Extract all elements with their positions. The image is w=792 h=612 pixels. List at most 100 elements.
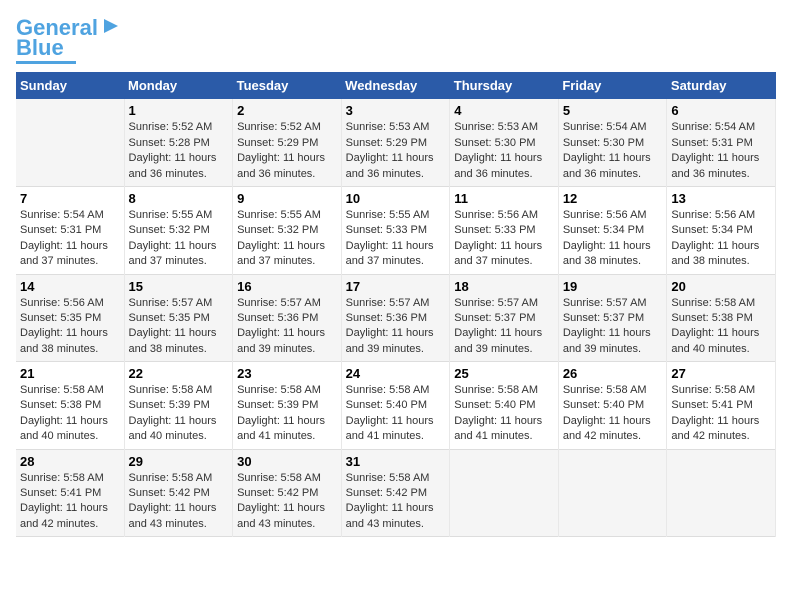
calendar-cell: 18 Sunrise: 5:57 AM Sunset: 5:37 PM Dayli…: [450, 274, 559, 362]
day-number: 18: [454, 279, 554, 294]
header-cell-wednesday: Wednesday: [341, 72, 450, 99]
day-number: 17: [346, 279, 446, 294]
calendar-cell: 4 Sunrise: 5:53 AM Sunset: 5:30 PM Daylig…: [450, 99, 559, 186]
calendar-cell: 26 Sunrise: 5:58 AM Sunset: 5:40 PM Dayli…: [558, 362, 667, 450]
day-number: 24: [346, 366, 446, 381]
day-info: Sunrise: 5:54 AM Sunset: 5:31 PM Dayligh…: [671, 120, 771, 182]
week-row-2: 7 Sunrise: 5:54 AM Sunset: 5:31 PM Daylig…: [16, 186, 776, 274]
day-info: Sunrise: 5:53 AM Sunset: 5:29 PM Dayligh…: [346, 120, 446, 182]
header-cell-monday: Monday: [124, 72, 233, 99]
day-number: 28: [20, 454, 120, 469]
calendar-cell: 16 Sunrise: 5:57 AM Sunset: 5:36 PM Dayli…: [233, 274, 342, 362]
day-info: Sunrise: 5:56 AM Sunset: 5:33 PM Dayligh…: [454, 208, 554, 270]
day-info: Sunrise: 5:58 AM Sunset: 5:38 PM Dayligh…: [20, 383, 120, 445]
calendar-cell: 5Sunrise: 5:54 AM Sunset: 5:30 PM Daylig…: [558, 99, 667, 186]
calendar-table: SundayMondayTuesdayWednesdayThursdayFrid…: [16, 72, 776, 537]
calendar-cell: [667, 449, 776, 537]
day-info: Sunrise: 5:54 AM Sunset: 5:31 PM Dayligh…: [20, 208, 120, 270]
day-number: 4: [454, 103, 554, 118]
logo-underline: [16, 61, 76, 64]
day-info: Sunrise: 5:58 AM Sunset: 5:42 PM Dayligh…: [346, 471, 446, 533]
calendar-cell: 14Sunrise: 5:56 AM Sunset: 5:35 PM Dayli…: [16, 274, 124, 362]
day-number: 9: [237, 191, 337, 206]
day-number: 3: [346, 103, 446, 118]
week-row-5: 28 Sunrise: 5:58 AM Sunset: 5:41 PM Dayli…: [16, 449, 776, 537]
day-info: Sunrise: 5:57 AM Sunset: 5:36 PM Dayligh…: [237, 296, 337, 358]
header-cell-thursday: Thursday: [450, 72, 559, 99]
header-cell-saturday: Saturday: [667, 72, 776, 99]
day-info: Sunrise: 5:58 AM Sunset: 5:40 PM Dayligh…: [563, 383, 663, 445]
day-number: 25: [454, 366, 554, 381]
calendar-cell: 22Sunrise: 5:58 AM Sunset: 5:39 PM Dayli…: [124, 362, 233, 450]
calendar-cell: 24 Sunrise: 5:58 AM Sunset: 5:40 PM Dayli…: [341, 362, 450, 450]
calendar-cell: 2Sunrise: 5:52 AM Sunset: 5:29 PM Daylig…: [233, 99, 342, 186]
header-cell-friday: Friday: [558, 72, 667, 99]
day-info: Sunrise: 5:58 AM Sunset: 5:39 PM Dayligh…: [237, 383, 337, 445]
day-info: Sunrise: 5:55 AM Sunset: 5:32 PM Dayligh…: [237, 208, 337, 270]
day-number: 11: [454, 191, 554, 206]
day-number: 23: [237, 366, 337, 381]
calendar-cell: 12 Sunrise: 5:56 AM Sunset: 5:34 PM Dayli…: [558, 186, 667, 274]
day-number: 13: [671, 191, 771, 206]
calendar-cell: 1 Sunrise: 5:52 AM Sunset: 5:28 PM Daylig…: [124, 99, 233, 186]
day-number: 16: [237, 279, 337, 294]
week-row-1: 1 Sunrise: 5:52 AM Sunset: 5:28 PM Daylig…: [16, 99, 776, 186]
week-row-3: 14Sunrise: 5:56 AM Sunset: 5:35 PM Dayli…: [16, 274, 776, 362]
calendar-cell: 29Sunrise: 5:58 AM Sunset: 5:42 PM Dayli…: [124, 449, 233, 537]
calendar-cell: 21Sunrise: 5:58 AM Sunset: 5:38 PM Dayli…: [16, 362, 124, 450]
header: General Blue: [16, 16, 776, 64]
calendar-cell: 30Sunrise: 5:58 AM Sunset: 5:42 PM Dayli…: [233, 449, 342, 537]
calendar-cell: 11 Sunrise: 5:56 AM Sunset: 5:33 PM Dayli…: [450, 186, 559, 274]
calendar-cell: 8Sunrise: 5:55 AM Sunset: 5:32 PM Daylig…: [124, 186, 233, 274]
day-info: Sunrise: 5:52 AM Sunset: 5:28 PM Dayligh…: [129, 120, 229, 182]
calendar-cell: 27Sunrise: 5:58 AM Sunset: 5:41 PM Dayli…: [667, 362, 776, 450]
calendar-cell: 31 Sunrise: 5:58 AM Sunset: 5:42 PM Dayli…: [341, 449, 450, 537]
day-info: Sunrise: 5:55 AM Sunset: 5:33 PM Dayligh…: [346, 208, 446, 270]
day-number: 29: [129, 454, 229, 469]
day-number: 12: [563, 191, 663, 206]
logo-arrow-icon: [100, 15, 122, 37]
calendar-cell: 10 Sunrise: 5:55 AM Sunset: 5:33 PM Dayli…: [341, 186, 450, 274]
calendar-cell: 15 Sunrise: 5:57 AM Sunset: 5:35 PM Dayli…: [124, 274, 233, 362]
day-number: 22: [129, 366, 229, 381]
calendar-cell: 7 Sunrise: 5:54 AM Sunset: 5:31 PM Daylig…: [16, 186, 124, 274]
calendar-cell: 13 Sunrise: 5:56 AM Sunset: 5:34 PM Dayli…: [667, 186, 776, 274]
day-number: 19: [563, 279, 663, 294]
calendar-cell: [16, 99, 124, 186]
day-info: Sunrise: 5:56 AM Sunset: 5:34 PM Dayligh…: [671, 208, 771, 270]
day-number: 20: [671, 279, 771, 294]
calendar-cell: 23 Sunrise: 5:58 AM Sunset: 5:39 PM Dayli…: [233, 362, 342, 450]
day-info: Sunrise: 5:58 AM Sunset: 5:42 PM Dayligh…: [237, 471, 337, 533]
day-info: Sunrise: 5:56 AM Sunset: 5:34 PM Dayligh…: [563, 208, 663, 270]
calendar-cell: 17 Sunrise: 5:57 AM Sunset: 5:36 PM Dayli…: [341, 274, 450, 362]
day-number: 7: [20, 191, 120, 206]
calendar-cell: [558, 449, 667, 537]
day-info: Sunrise: 5:52 AM Sunset: 5:29 PM Dayligh…: [237, 120, 337, 182]
day-info: Sunrise: 5:58 AM Sunset: 5:40 PM Dayligh…: [346, 383, 446, 445]
header-cell-sunday: Sunday: [16, 72, 124, 99]
day-info: Sunrise: 5:57 AM Sunset: 5:37 PM Dayligh…: [563, 296, 663, 358]
calendar-cell: [450, 449, 559, 537]
day-number: 26: [563, 366, 663, 381]
calendar-cell: 25 Sunrise: 5:58 AM Sunset: 5:40 PM Dayli…: [450, 362, 559, 450]
day-info: Sunrise: 5:58 AM Sunset: 5:40 PM Dayligh…: [454, 383, 554, 445]
day-info: Sunrise: 5:57 AM Sunset: 5:37 PM Dayligh…: [454, 296, 554, 358]
day-number: 1: [129, 103, 229, 118]
header-row: SundayMondayTuesdayWednesdayThursdayFrid…: [16, 72, 776, 99]
day-info: Sunrise: 5:57 AM Sunset: 5:36 PM Dayligh…: [346, 296, 446, 358]
day-info: Sunrise: 5:58 AM Sunset: 5:41 PM Dayligh…: [20, 471, 120, 533]
day-number: 31: [346, 454, 446, 469]
day-number: 14: [20, 279, 120, 294]
day-number: 8: [129, 191, 229, 206]
day-number: 15: [129, 279, 229, 294]
week-row-4: 21Sunrise: 5:58 AM Sunset: 5:38 PM Dayli…: [16, 362, 776, 450]
day-number: 10: [346, 191, 446, 206]
day-number: 27: [671, 366, 771, 381]
logo: General Blue: [16, 16, 122, 64]
day-info: Sunrise: 5:57 AM Sunset: 5:35 PM Dayligh…: [129, 296, 229, 358]
day-number: 5: [563, 103, 663, 118]
calendar-cell: 20Sunrise: 5:58 AM Sunset: 5:38 PM Dayli…: [667, 274, 776, 362]
day-number: 6: [671, 103, 771, 118]
day-info: Sunrise: 5:53 AM Sunset: 5:30 PM Dayligh…: [454, 120, 554, 182]
calendar-cell: 19 Sunrise: 5:57 AM Sunset: 5:37 PM Dayli…: [558, 274, 667, 362]
